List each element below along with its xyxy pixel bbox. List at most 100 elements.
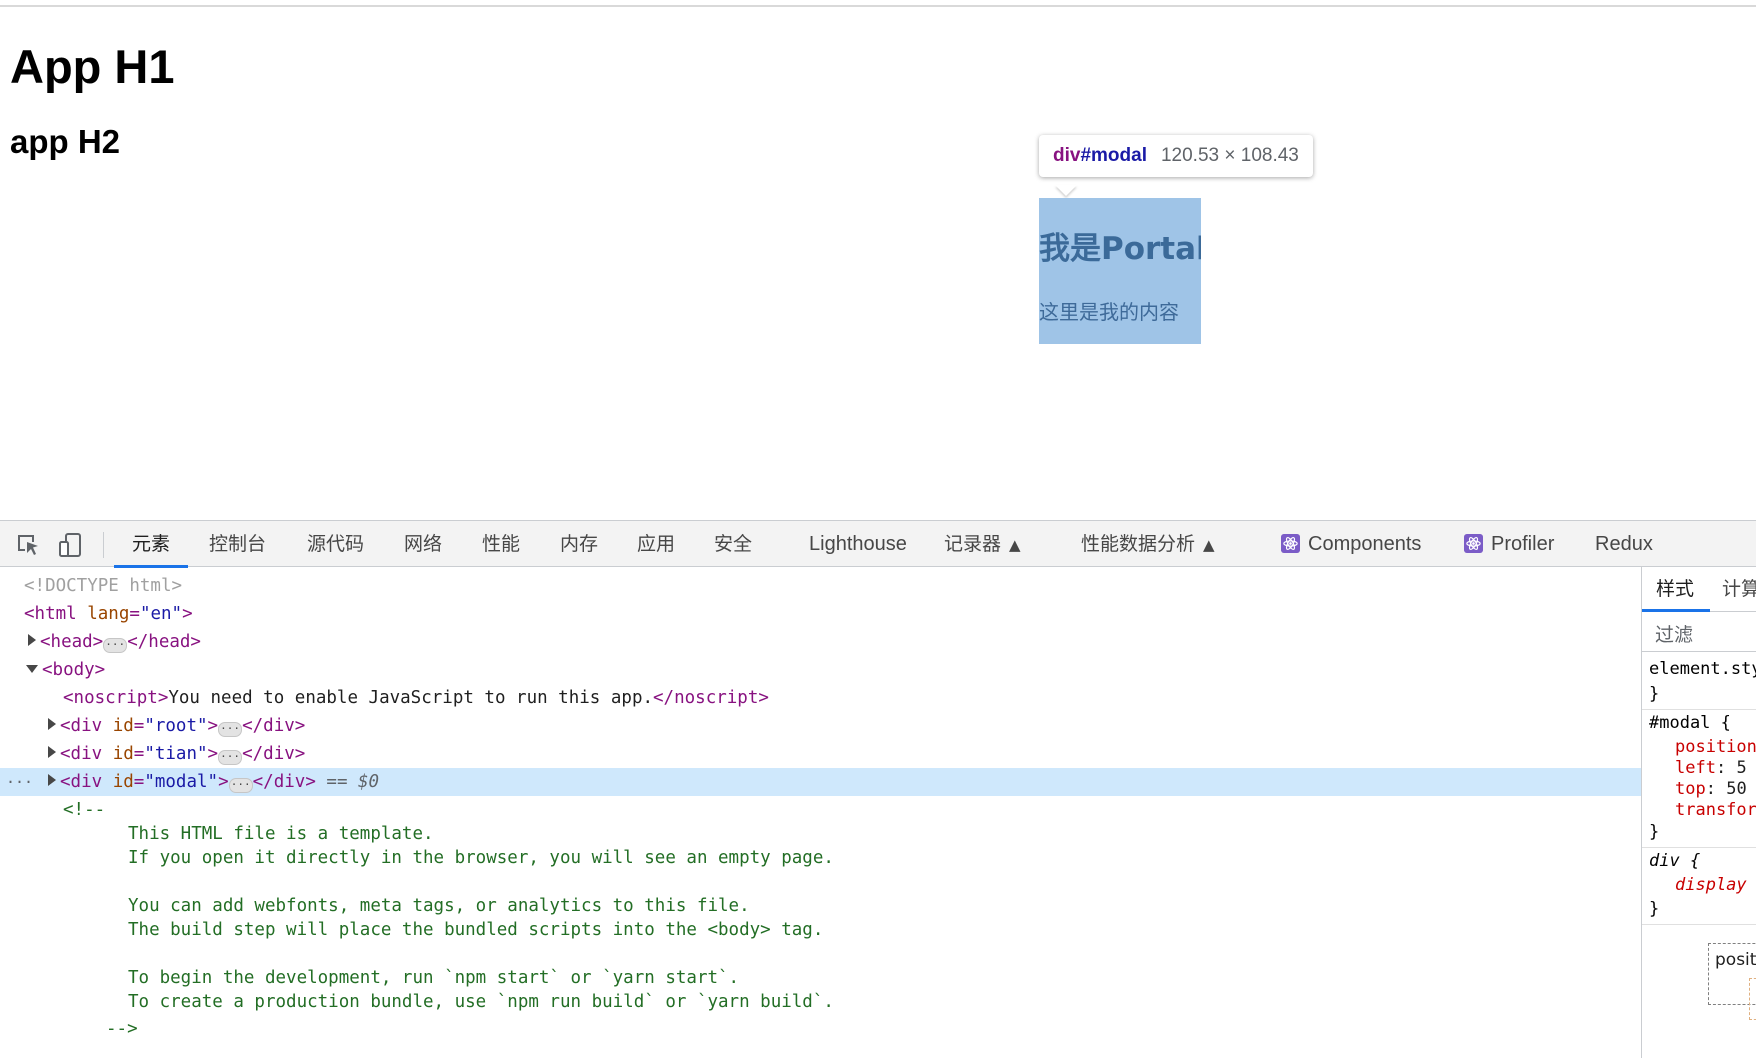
div-tag: <div — [60, 716, 103, 736]
tab-sources[interactable]: 源代码 — [307, 521, 364, 567]
close-brace: } — [1649, 822, 1660, 842]
tab-profiler-label: Profiler — [1491, 533, 1555, 555]
more-options-icon[interactable]: ··· — [6, 768, 33, 796]
tab-application[interactable]: 应用 — [637, 521, 675, 567]
flask-icon: ▲ — [1203, 536, 1215, 554]
head-tag: <head> — [40, 632, 104, 652]
comment-text: This HTML file is a template. — [128, 824, 434, 844]
attr-name: id — [112, 744, 134, 764]
tree-line-div-tian[interactable]: <div id="tian"> ··· </div> — [0, 740, 1641, 768]
box-model-label: position — [1715, 950, 1756, 970]
html-tag: <html — [24, 604, 77, 624]
tree-line-body[interactable]: <body> — [0, 656, 1641, 684]
prop-name: left — [1675, 758, 1716, 778]
rule-close-brace: } — [1649, 820, 1659, 844]
div-rule-selector[interactable]: div { — [1649, 849, 1700, 873]
close-brace: } — [1649, 899, 1660, 919]
tab-performance-insights[interactable]: 性能数据分析 ▲ — [1081, 521, 1215, 567]
styles-filter-input[interactable]: 过滤 — [1642, 611, 1756, 652]
tab-security[interactable]: 安全 — [714, 521, 752, 567]
box-model-inner — [1749, 978, 1756, 1020]
styles-sidebar: 样式 计算 过滤 element.style { } #modal { posi… — [1641, 567, 1756, 1058]
tree-line-comment-close[interactable]: --> — [0, 1015, 1641, 1043]
body-tag: <body> — [42, 660, 106, 680]
react-atom-icon — [1464, 534, 1483, 553]
ellipsis-icon[interactable]: ··· — [103, 638, 128, 653]
tree-line-div-modal[interactable]: ··· <div id="modal"> ··· </div> == $0 — [0, 768, 1641, 796]
tab-styles[interactable]: 样式 — [1642, 567, 1711, 612]
element-style-rule[interactable]: element.style { — [1649, 657, 1756, 681]
ellipsis-icon[interactable]: ··· — [218, 722, 243, 737]
tab-lighthouse[interactable]: Lighthouse — [809, 521, 907, 567]
inspect-tooltip: div#modal 120.53 × 108.43 — [1039, 135, 1313, 177]
selected-node-marker: == $0 — [326, 772, 380, 792]
tab-console[interactable]: 控制台 — [209, 521, 266, 567]
page-heading-h2: app H2 — [10, 123, 121, 160]
modal-content: 这里是我的内容 — [1039, 300, 1179, 324]
attr-name: id — [112, 716, 134, 736]
attr-value: "tian" — [144, 744, 208, 764]
element-style-selector: element.style { — [1649, 659, 1756, 679]
styles-tabs: 样式 计算 — [1642, 567, 1756, 612]
ellipsis-icon[interactable]: ··· — [228, 778, 253, 793]
div-tag: <div — [60, 772, 103, 792]
tab-memory[interactable]: 内存 — [560, 521, 598, 567]
elements-tree: <!DOCTYPE html> <html lang="en"> <head> ·… — [0, 567, 1641, 1058]
expand-arrow-icon[interactable] — [48, 718, 56, 730]
page-viewport: App H1 app H2 div#modal 120.53 × 108.43 … — [0, 7, 1756, 520]
filter-placeholder: 过滤 — [1655, 624, 1694, 646]
rule-divider — [1642, 924, 1756, 925]
div-tag: <div — [60, 744, 103, 764]
attr-name: id — [112, 772, 134, 792]
modal-highlight-box[interactable]: 我是Portal 这里是我的内容 — [1039, 198, 1201, 344]
prop-value: 50 — [1726, 779, 1747, 799]
flask-icon: ▲ — [1009, 536, 1021, 554]
prop-name: top — [1675, 779, 1706, 799]
page-heading-h1: App H1 — [10, 40, 175, 93]
comment-text: To begin the development, run `npm start… — [128, 968, 740, 988]
div-close-tag: </div> — [242, 744, 306, 764]
prop-name: display — [1675, 875, 1747, 895]
expand-arrow-icon[interactable] — [28, 634, 36, 646]
css-prop-display[interactable]: display — [1675, 873, 1747, 897]
tooltip-arrow — [1055, 185, 1077, 196]
comment-open: <!-- — [63, 800, 106, 820]
doctype-node: <!DOCTYPE html> — [24, 576, 183, 596]
tree-line-div-root[interactable]: <div id="root"> ··· </div> — [0, 712, 1641, 740]
prop-value: 5 — [1736, 758, 1747, 778]
toolbar-separator — [103, 532, 104, 558]
tab-profiler[interactable]: Profiler — [1464, 521, 1554, 567]
tab-performance-insights-label: 性能数据分析 — [1081, 533, 1196, 555]
tab-recorder-label: 记录器 — [944, 533, 1002, 555]
expand-arrow-icon[interactable] — [48, 746, 56, 758]
tree-line-html[interactable]: <html lang="en"> — [0, 600, 1641, 628]
prop-name: position — [1675, 737, 1756, 757]
tree-line-noscript[interactable]: <noscript>You need to enable JavaScript … — [0, 684, 1641, 712]
modal-title: 我是Portal — [1039, 231, 1201, 267]
attr-value: "root" — [144, 716, 208, 736]
tab-computed[interactable]: 计算 — [1722, 567, 1756, 611]
tab-elements[interactable]: 元素 — [113, 521, 189, 568]
comment-text: You can add webfonts, meta tags, or anal… — [128, 896, 750, 916]
collapse-arrow-icon[interactable] — [26, 665, 38, 673]
box-model-diagram: position — [1708, 943, 1756, 1020]
modal-rule-selector[interactable]: #modal { — [1649, 711, 1731, 735]
css-prop-transform[interactable]: transform — [1675, 798, 1756, 822]
tab-components[interactable]: Components — [1281, 521, 1421, 567]
rule-divider — [1642, 847, 1756, 848]
expand-arrow-icon[interactable] — [48, 774, 56, 786]
inspect-element-icon[interactable] — [15, 532, 41, 558]
tab-network[interactable]: 网络 — [404, 521, 442, 567]
noscript-text: You need to enable JavaScript to run thi… — [168, 688, 654, 708]
tree-line-head[interactable]: <head> ··· </head> — [0, 628, 1641, 656]
tab-recorder[interactable]: 记录器 ▲ — [944, 521, 1021, 567]
device-toolbar-icon[interactable] — [57, 532, 83, 558]
tree-line-doctype[interactable]: <!DOCTYPE html> — [0, 572, 1641, 600]
tab-redux[interactable]: Redux — [1595, 521, 1653, 567]
noscript-close-tag: </noscript> — [653, 688, 769, 708]
react-atom-icon — [1281, 534, 1300, 553]
div-selector: div { — [1649, 851, 1701, 871]
tab-performance[interactable]: 性能 — [482, 521, 520, 567]
ellipsis-icon[interactable]: ··· — [218, 750, 243, 765]
noscript-tag: <noscript> — [63, 688, 169, 708]
